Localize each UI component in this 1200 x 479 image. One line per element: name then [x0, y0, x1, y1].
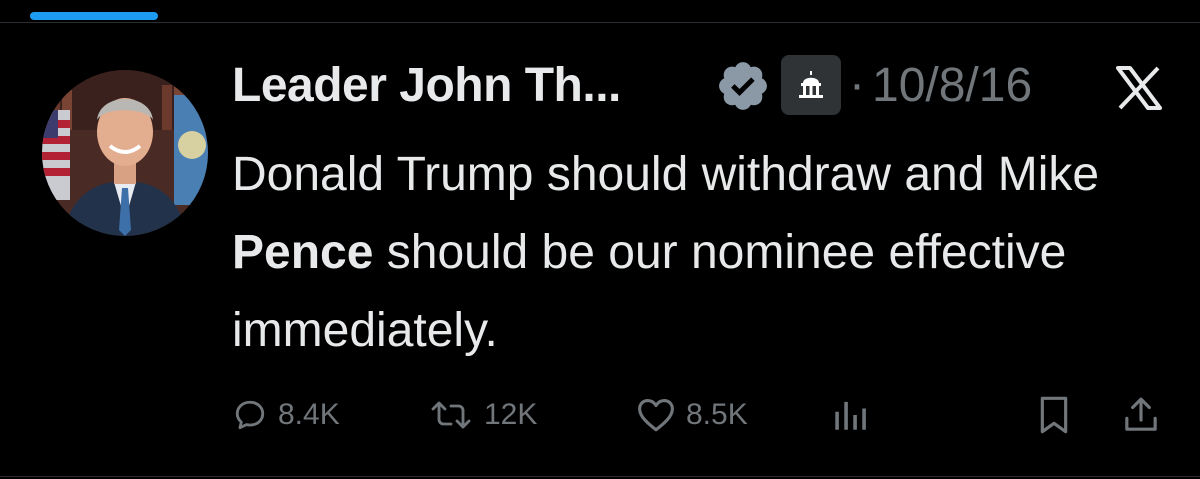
tab-active-indicator [30, 12, 158, 20]
share-button[interactable] [1122, 390, 1160, 440]
bookmark-button[interactable] [1036, 390, 1072, 440]
tweet-date[interactable]: 10/8/16 [872, 58, 1032, 113]
retweet-button[interactable]: 12K [428, 390, 537, 440]
reply-count: 8.4K [278, 398, 340, 431]
tweet-header: Leader John Th... · 10/8/16 [232, 52, 1192, 122]
tweet-text-part1: Donald Trump should withdraw and Mike [232, 148, 1100, 201]
tweet-text: Donald Trump should withdraw and Mike Pe… [232, 136, 1182, 370]
x-logo-icon [1114, 65, 1164, 111]
divider [0, 476, 1200, 477]
reply-icon [235, 400, 265, 430]
retweet-count: 12K [484, 398, 538, 431]
tweet-text-bold: Pence [232, 226, 374, 279]
action-bar: 8.4K 12K 8.5K [0, 390, 1200, 440]
author-name[interactable]: Leader John Th... [232, 58, 621, 113]
verified-badge-icon[interactable] [715, 58, 771, 114]
meta-separator: · [849, 58, 865, 111]
divider [0, 22, 1200, 23]
heart-icon [638, 399, 674, 432]
bookmark-icon [1040, 396, 1068, 434]
views-button[interactable] [830, 390, 870, 440]
capitol-building-icon[interactable] [781, 55, 841, 115]
retweet-icon [431, 401, 471, 429]
share-icon [1125, 397, 1157, 431]
like-button[interactable]: 8.5K [636, 390, 748, 440]
reply-button[interactable]: 8.4K [232, 390, 340, 440]
like-count: 8.5K [686, 398, 748, 431]
avatar[interactable] [42, 70, 208, 236]
analytics-icon [835, 401, 866, 430]
